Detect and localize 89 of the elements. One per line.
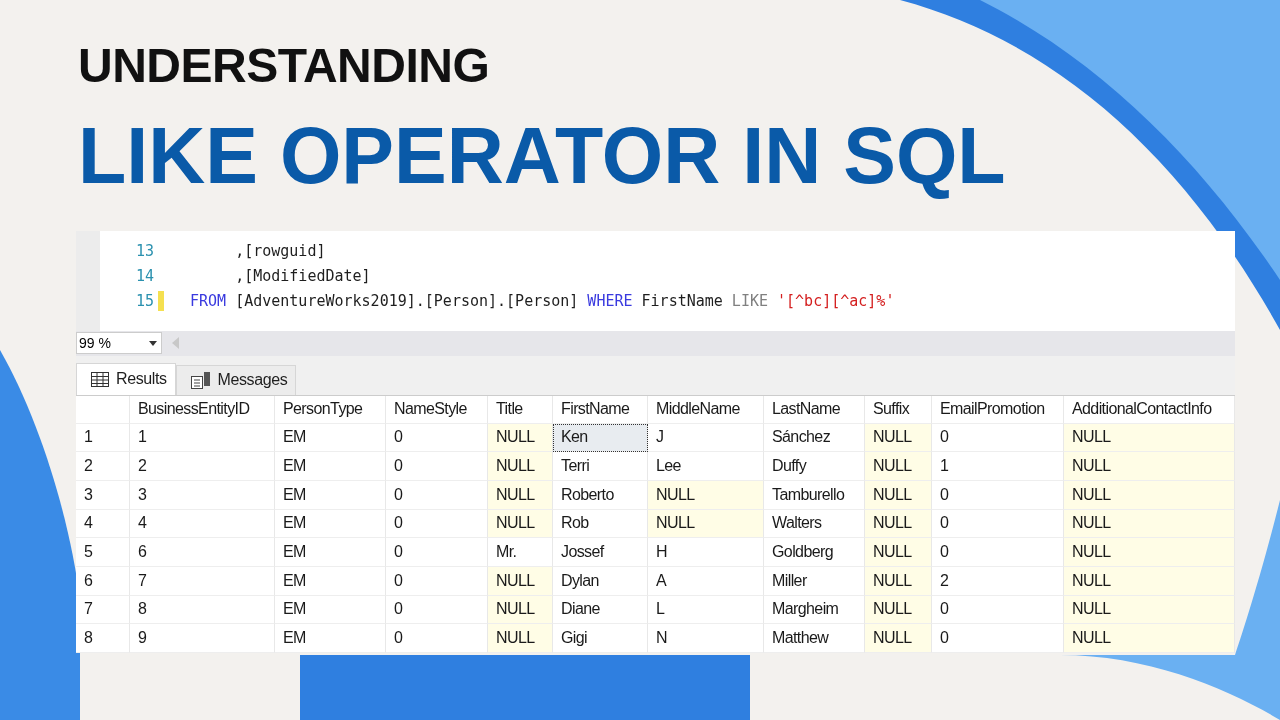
table-cell: NULL: [648, 480, 764, 510]
column-header[interactable]: AdditionalContactInfo: [1064, 395, 1235, 424]
table-cell: NULL: [488, 624, 553, 653]
table-cell: A: [648, 566, 764, 596]
table-cell: 1: [130, 423, 275, 453]
table-cell: 6: [130, 538, 275, 567]
table-cell: NULL: [488, 423, 553, 453]
table-cell: NULL: [1064, 480, 1235, 510]
table-cell: NULL: [488, 595, 553, 625]
document-icon: [190, 371, 211, 389]
row-number: 3: [76, 480, 130, 510]
table-cell: NULL: [865, 595, 932, 625]
table-cell: N: [648, 624, 764, 653]
code-line: ,[ModifiedDate]: [234, 266, 371, 285]
table-cell: EM: [275, 566, 386, 596]
code-line: FROM [AdventureWorks2019].[Person].[Person] WHERE FirstName LIKE '[^bc][^ac]%': [190, 291, 895, 310]
table-cell: H: [648, 538, 764, 567]
table-cell: Lee: [648, 452, 764, 481]
table-cell: NULL: [865, 538, 932, 567]
zoom-dropdown[interactable]: 99 %: [76, 332, 162, 355]
heading-kicker: UNDERSTANDING: [78, 40, 490, 92]
table-cell: NULL: [865, 452, 932, 481]
table-cell: EM: [275, 452, 386, 481]
table-cell: NULL: [865, 566, 932, 596]
table-cell: 7: [130, 566, 275, 596]
table-cell: EM: [275, 480, 386, 510]
table-cell: Gigi: [553, 624, 648, 653]
table-cell: NULL: [1064, 423, 1235, 453]
table-cell: EM: [275, 624, 386, 653]
table-cell: 4: [130, 509, 275, 539]
table-cell: NULL: [865, 480, 932, 510]
table-cell: NULL: [1064, 538, 1235, 567]
table-cell: 9: [130, 624, 275, 653]
table-cell: 3: [130, 480, 275, 510]
table-cell: NULL: [488, 566, 553, 596]
table-cell: EM: [275, 423, 386, 453]
table-cell: NULL: [865, 624, 932, 653]
grid-corner: [76, 395, 130, 424]
table-cell: NULL: [488, 509, 553, 539]
row-number: 4: [76, 509, 130, 539]
grid-icon: [91, 371, 109, 387]
table-cell: Terri: [553, 452, 648, 481]
column-header[interactable]: FirstName: [553, 395, 648, 424]
table-cell: EM: [275, 595, 386, 625]
table-cell: Diane: [553, 595, 648, 625]
row-number: 1: [76, 423, 130, 453]
table-cell: L: [648, 595, 764, 625]
scroll-left-icon[interactable]: [172, 337, 179, 350]
column-header[interactable]: PersonType: [275, 395, 386, 424]
column-header[interactable]: LastName: [764, 395, 865, 424]
table-cell: Mr.: [488, 538, 553, 567]
table-cell: NULL: [865, 509, 932, 539]
table-cell: EM: [275, 538, 386, 567]
row-number: 5: [76, 538, 130, 567]
table-cell: NULL: [1064, 595, 1235, 625]
row-number: 8: [76, 624, 130, 653]
caret-icon: [149, 340, 157, 346]
heading-title: LIKE OPERATOR IN SQL: [78, 110, 1006, 202]
table-cell: EM: [275, 509, 386, 539]
table-cell: Ken: [553, 423, 648, 453]
column-header[interactable]: EmailPromotion: [932, 395, 1064, 424]
table-cell: Dylan: [553, 566, 648, 596]
row-number: 6: [76, 566, 130, 596]
result-tab[interactable]: Results: [76, 362, 176, 395]
row-number: 7: [76, 595, 130, 625]
table-cell: NULL: [1064, 566, 1235, 596]
table-cell: NULL: [648, 509, 764, 539]
table-cell: NULL: [488, 452, 553, 481]
table-cell: J: [648, 423, 764, 453]
table-cell: NULL: [1064, 452, 1235, 481]
table-cell: Jossef: [553, 538, 648, 567]
line-number: 15: [134, 291, 154, 310]
table-cell: NULL: [865, 423, 932, 453]
result-tab[interactable]: Messages: [175, 364, 297, 395]
table-cell: 2: [130, 452, 275, 481]
column-header[interactable]: Suffix: [865, 395, 932, 424]
column-header[interactable]: NameStyle: [386, 395, 488, 424]
column-header[interactable]: MiddleName: [648, 395, 764, 424]
row-number: 2: [76, 452, 130, 481]
table-cell: 0: [386, 538, 488, 567]
table-cell: NULL: [488, 480, 553, 510]
column-header[interactable]: Title: [488, 395, 553, 424]
line-number: 14: [134, 266, 154, 285]
table-cell: NULL: [1064, 624, 1235, 653]
table-cell: NULL: [1064, 509, 1235, 539]
code-line: ,[rowguid]: [234, 241, 326, 260]
line-number: 13: [134, 241, 154, 260]
column-header[interactable]: BusinessEntityID: [130, 395, 275, 424]
table-cell: 8: [130, 595, 275, 625]
